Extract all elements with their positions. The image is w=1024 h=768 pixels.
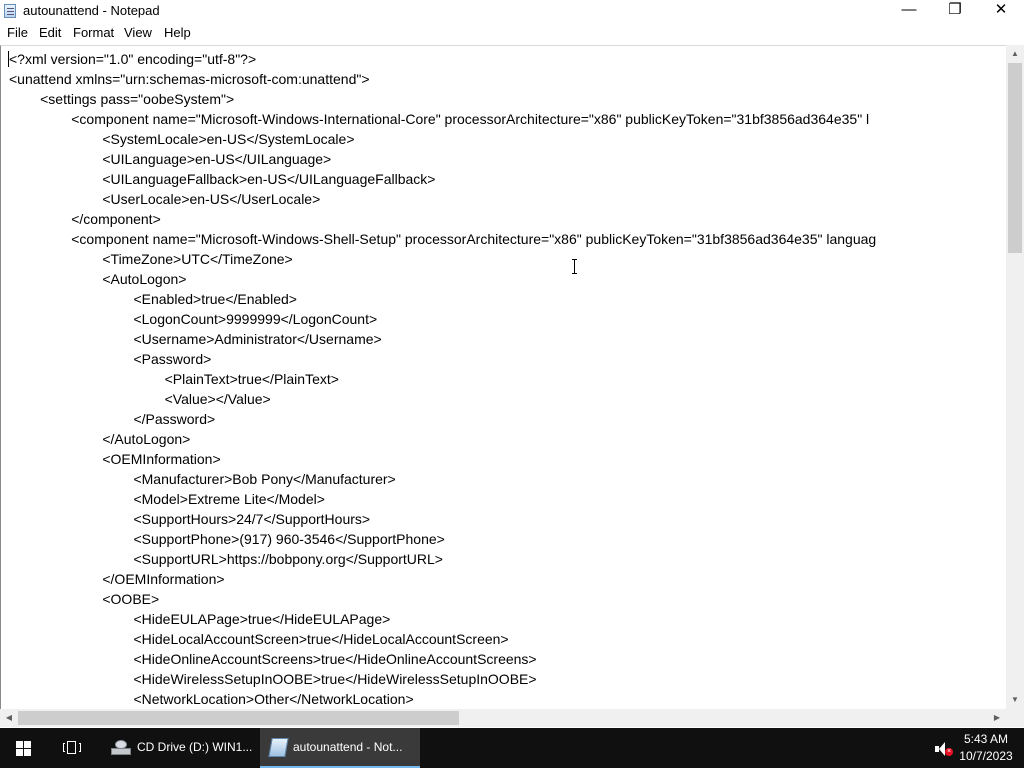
text-editor[interactable]: <?xml version="1.0" encoding="utf-8"?> <u… — [0, 45, 1007, 710]
document-line[interactable]: <SupportPhone>(917) 960-3546</SupportPho… — [9, 529, 876, 549]
document-line[interactable]: <OEMInformation> — [9, 449, 876, 469]
text-caret — [8, 51, 9, 67]
maximize-button[interactable]: ❐ — [932, 0, 978, 22]
document-line[interactable]: </OEMInformation> — [9, 569, 876, 589]
clock-date: 10/7/2023 — [959, 749, 1013, 763]
windows-logo-icon — [16, 741, 32, 756]
document-line[interactable]: </component> — [9, 209, 876, 229]
document-line[interactable]: <LogonCount>9999999</LogonCount> — [9, 309, 876, 329]
document-line[interactable]: <component name="Microsoft-Windows-Shell… — [9, 229, 876, 249]
document-line[interactable]: <OOBE> — [9, 589, 876, 609]
document-line[interactable]: <TimeZone>UTC</TimeZone> — [9, 249, 876, 269]
taskbar-cd-drive-label: CD Drive (D:) WIN1... — [137, 740, 253, 754]
ibeam-cursor-icon — [572, 259, 577, 274]
close-button[interactable]: ✕ — [978, 0, 1024, 22]
volume-muted-icon[interactable]: × — [935, 741, 953, 757]
clock-time: 5:43 AM — [963, 732, 1009, 746]
window-title: autounattend - Notepad — [23, 3, 160, 18]
scroll-down-icon[interactable]: ▼ — [1006, 691, 1024, 709]
document-line[interactable]: <unattend xmlns="urn:schemas-microsoft-c… — [9, 69, 876, 89]
document-line[interactable]: <HideLocalAccountScreen>true</HideLocalA… — [9, 629, 876, 649]
menu-format[interactable]: Format — [73, 25, 114, 40]
document-line[interactable]: <Password> — [9, 349, 876, 369]
horizontal-scroll-thumb[interactable] — [18, 711, 459, 725]
task-view-icon — [63, 741, 81, 754]
document-line[interactable]: <SupportHours>24/7</SupportHours> — [9, 509, 876, 529]
document-line[interactable]: </AutoLogon> — [9, 429, 876, 449]
document-line[interactable]: <settings pass="oobeSystem"> — [9, 89, 876, 109]
document-line[interactable]: <Manufacturer>Bob Pony</Manufacturer> — [9, 469, 876, 489]
menu-edit[interactable]: Edit — [39, 25, 61, 40]
menu-bar: File Edit Format View Help — [0, 22, 1024, 43]
document-line[interactable]: <HideEULAPage>true</HideEULAPage> — [9, 609, 876, 629]
scroll-left-icon[interactable]: ◀ — [0, 709, 18, 727]
notepad-icon[interactable] — [4, 4, 16, 18]
document-line[interactable]: <UILanguageFallback>en-US</UILanguageFal… — [9, 169, 876, 189]
taskbar-notepad[interactable]: autounattend - Not... — [260, 728, 420, 768]
horizontal-scrollbar[interactable]: ◀ ▶ — [0, 709, 1006, 727]
notepad-icon — [268, 738, 289, 757]
cd-drive-icon — [111, 740, 131, 756]
document-line[interactable]: <UserLocale>en-US</UserLocale> — [9, 189, 876, 209]
document-line[interactable]: <?xml version="1.0" encoding="utf-8"?> — [9, 49, 876, 69]
vertical-scroll-thumb[interactable] — [1008, 63, 1022, 253]
task-view-button[interactable] — [48, 728, 96, 768]
document-line[interactable]: <SupportURL>https://bobpony.org</Support… — [9, 549, 876, 569]
document-line[interactable]: <NetworkLocation>Other</NetworkLocation> — [9, 689, 876, 709]
document-line[interactable]: <SystemLocale>en-US</SystemLocale> — [9, 129, 876, 149]
document-line[interactable]: <Username>Administrator</Username> — [9, 329, 876, 349]
taskbar-notepad-label: autounattend - Not... — [293, 740, 403, 754]
menu-view[interactable]: View — [124, 25, 152, 40]
document-line[interactable]: <UILanguage>en-US</UILanguage> — [9, 149, 876, 169]
document-line[interactable]: <Model>Extreme Lite</Model> — [9, 489, 876, 509]
vertical-scrollbar[interactable]: ▲ ▼ — [1006, 45, 1024, 709]
scrollbar-corner — [1006, 709, 1024, 727]
document-line[interactable]: <AutoLogon> — [9, 269, 876, 289]
document-line[interactable]: <PlainText>true</PlainText> — [9, 369, 876, 389]
taskbar-cd-drive[interactable]: CD Drive (D:) WIN1... — [104, 728, 258, 768]
clock[interactable]: 5:43 AM 10/7/2023 — [956, 731, 1016, 765]
start-button[interactable] — [0, 728, 48, 768]
menu-file[interactable]: File — [7, 25, 28, 40]
title-bar: autounattend - Notepad — ❐ ✕ — [0, 0, 1024, 22]
document-line[interactable]: <HideOnlineAccountScreens>true</HideOnli… — [9, 649, 876, 669]
taskbar: CD Drive (D:) WIN1... autounattend - Not… — [0, 728, 1024, 768]
minimize-button[interactable]: — — [886, 0, 932, 22]
scroll-right-icon[interactable]: ▶ — [988, 709, 1006, 727]
menu-help[interactable]: Help — [164, 25, 191, 40]
document-line[interactable]: <HideWirelessSetupInOOBE>true</HideWirel… — [9, 669, 876, 689]
document-line[interactable]: <component name="Microsoft-Windows-Inter… — [9, 109, 876, 129]
document-line[interactable]: <Value></Value> — [9, 389, 876, 409]
document-text[interactable]: <?xml version="1.0" encoding="utf-8"?> <u… — [9, 49, 876, 709]
scroll-up-icon[interactable]: ▲ — [1006, 45, 1024, 63]
document-line[interactable]: <Enabled>true</Enabled> — [9, 289, 876, 309]
document-line[interactable]: </Password> — [9, 409, 876, 429]
